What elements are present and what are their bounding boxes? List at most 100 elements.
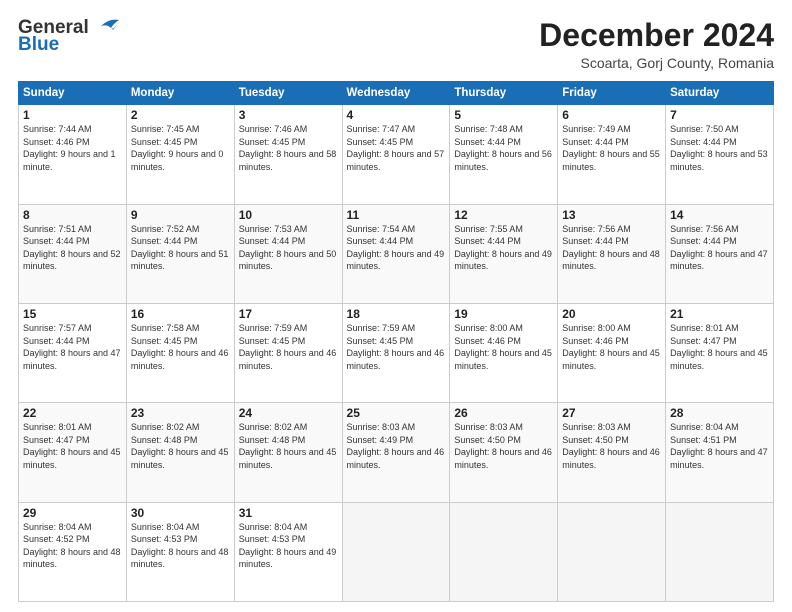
col-sunday: Sunday <box>19 82 127 105</box>
calendar-cell: 8 Sunrise: 7:51 AMSunset: 4:44 PMDayligh… <box>19 204 127 303</box>
calendar-cell <box>450 502 558 601</box>
calendar-week-row: 8 Sunrise: 7:51 AMSunset: 4:44 PMDayligh… <box>19 204 774 303</box>
day-number: 26 <box>454 406 553 420</box>
calendar-cell: 13 Sunrise: 7:56 AMSunset: 4:44 PMDaylig… <box>558 204 666 303</box>
day-info: Sunrise: 7:48 AMSunset: 4:44 PMDaylight:… <box>454 124 552 172</box>
col-monday: Monday <box>126 82 234 105</box>
page: General Blue December 2024 Scoarta, Gorj… <box>0 0 792 612</box>
calendar-cell: 9 Sunrise: 7:52 AMSunset: 4:44 PMDayligh… <box>126 204 234 303</box>
day-info: Sunrise: 7:52 AMSunset: 4:44 PMDaylight:… <box>131 224 229 272</box>
day-info: Sunrise: 8:01 AMSunset: 4:47 PMDaylight:… <box>23 422 121 470</box>
day-info: Sunrise: 7:55 AMSunset: 4:44 PMDaylight:… <box>454 224 552 272</box>
day-number: 24 <box>239 406 338 420</box>
day-info: Sunrise: 7:51 AMSunset: 4:44 PMDaylight:… <box>23 224 121 272</box>
calendar-week-row: 15 Sunrise: 7:57 AMSunset: 4:44 PMDaylig… <box>19 303 774 402</box>
day-info: Sunrise: 7:44 AMSunset: 4:46 PMDaylight:… <box>23 124 116 172</box>
col-wednesday: Wednesday <box>342 82 450 105</box>
day-number: 27 <box>562 406 661 420</box>
col-thursday: Thursday <box>450 82 558 105</box>
calendar-cell: 15 Sunrise: 7:57 AMSunset: 4:44 PMDaylig… <box>19 303 127 402</box>
calendar-cell: 17 Sunrise: 7:59 AMSunset: 4:45 PMDaylig… <box>234 303 342 402</box>
col-tuesday: Tuesday <box>234 82 342 105</box>
calendar-cell: 6 Sunrise: 7:49 AMSunset: 4:44 PMDayligh… <box>558 105 666 204</box>
day-number: 31 <box>239 506 338 520</box>
day-info: Sunrise: 8:04 AMSunset: 4:51 PMDaylight:… <box>670 422 768 470</box>
day-info: Sunrise: 7:54 AMSunset: 4:44 PMDaylight:… <box>347 224 445 272</box>
day-number: 14 <box>670 208 769 222</box>
day-number: 8 <box>23 208 122 222</box>
day-info: Sunrise: 8:01 AMSunset: 4:47 PMDaylight:… <box>670 323 768 371</box>
calendar-cell: 1 Sunrise: 7:44 AMSunset: 4:46 PMDayligh… <box>19 105 127 204</box>
day-number: 13 <box>562 208 661 222</box>
col-friday: Friday <box>558 82 666 105</box>
calendar-cell: 28 Sunrise: 8:04 AMSunset: 4:51 PMDaylig… <box>666 403 774 502</box>
day-number: 29 <box>23 506 122 520</box>
day-info: Sunrise: 7:45 AMSunset: 4:45 PMDaylight:… <box>131 124 224 172</box>
day-info: Sunrise: 8:02 AMSunset: 4:48 PMDaylight:… <box>239 422 337 470</box>
day-number: 22 <box>23 406 122 420</box>
calendar-cell: 25 Sunrise: 8:03 AMSunset: 4:49 PMDaylig… <box>342 403 450 502</box>
day-number: 4 <box>347 108 446 122</box>
logo: General Blue <box>18 18 123 55</box>
calendar-week-row: 1 Sunrise: 7:44 AMSunset: 4:46 PMDayligh… <box>19 105 774 204</box>
calendar-cell: 11 Sunrise: 7:54 AMSunset: 4:44 PMDaylig… <box>342 204 450 303</box>
calendar-cell: 18 Sunrise: 7:59 AMSunset: 4:45 PMDaylig… <box>342 303 450 402</box>
calendar-cell: 12 Sunrise: 7:55 AMSunset: 4:44 PMDaylig… <box>450 204 558 303</box>
day-number: 10 <box>239 208 338 222</box>
calendar-cell: 5 Sunrise: 7:48 AMSunset: 4:44 PMDayligh… <box>450 105 558 204</box>
day-number: 7 <box>670 108 769 122</box>
day-info: Sunrise: 8:02 AMSunset: 4:48 PMDaylight:… <box>131 422 229 470</box>
calendar-cell: 16 Sunrise: 7:58 AMSunset: 4:45 PMDaylig… <box>126 303 234 402</box>
calendar-cell: 30 Sunrise: 8:04 AMSunset: 4:53 PMDaylig… <box>126 502 234 601</box>
calendar-cell: 31 Sunrise: 8:04 AMSunset: 4:53 PMDaylig… <box>234 502 342 601</box>
calendar-cell: 24 Sunrise: 8:02 AMSunset: 4:48 PMDaylig… <box>234 403 342 502</box>
day-info: Sunrise: 8:03 AMSunset: 4:50 PMDaylight:… <box>454 422 552 470</box>
calendar-cell: 2 Sunrise: 7:45 AMSunset: 4:45 PMDayligh… <box>126 105 234 204</box>
day-info: Sunrise: 7:57 AMSunset: 4:44 PMDaylight:… <box>23 323 121 371</box>
day-info: Sunrise: 7:50 AMSunset: 4:44 PMDaylight:… <box>670 124 768 172</box>
day-info: Sunrise: 7:49 AMSunset: 4:44 PMDaylight:… <box>562 124 660 172</box>
calendar-cell: 4 Sunrise: 7:47 AMSunset: 4:45 PMDayligh… <box>342 105 450 204</box>
day-number: 3 <box>239 108 338 122</box>
calendar-cell: 22 Sunrise: 8:01 AMSunset: 4:47 PMDaylig… <box>19 403 127 502</box>
calendar-cell: 20 Sunrise: 8:00 AMSunset: 4:46 PMDaylig… <box>558 303 666 402</box>
day-number: 17 <box>239 307 338 321</box>
calendar-cell: 14 Sunrise: 7:56 AMSunset: 4:44 PMDaylig… <box>666 204 774 303</box>
main-title: December 2024 <box>539 18 774 53</box>
day-number: 9 <box>131 208 230 222</box>
day-number: 19 <box>454 307 553 321</box>
header: General Blue December 2024 Scoarta, Gorj… <box>18 18 774 71</box>
calendar-week-row: 29 Sunrise: 8:04 AMSunset: 4:52 PMDaylig… <box>19 502 774 601</box>
day-info: Sunrise: 8:03 AMSunset: 4:49 PMDaylight:… <box>347 422 445 470</box>
day-info: Sunrise: 7:56 AMSunset: 4:44 PMDaylight:… <box>562 224 660 272</box>
day-number: 20 <box>562 307 661 321</box>
calendar-cell: 21 Sunrise: 8:01 AMSunset: 4:47 PMDaylig… <box>666 303 774 402</box>
calendar-header-row: Sunday Monday Tuesday Wednesday Thursday… <box>19 82 774 105</box>
subtitle: Scoarta, Gorj County, Romania <box>539 55 774 71</box>
calendar-cell: 3 Sunrise: 7:46 AMSunset: 4:45 PMDayligh… <box>234 105 342 204</box>
day-info: Sunrise: 7:59 AMSunset: 4:45 PMDaylight:… <box>239 323 337 371</box>
logo-blue-text: Blue <box>18 35 123 55</box>
day-number: 16 <box>131 307 230 321</box>
calendar-cell <box>558 502 666 601</box>
day-number: 2 <box>131 108 230 122</box>
calendar-cell: 26 Sunrise: 8:03 AMSunset: 4:50 PMDaylig… <box>450 403 558 502</box>
day-number: 25 <box>347 406 446 420</box>
title-block: December 2024 Scoarta, Gorj County, Roma… <box>539 18 774 71</box>
col-saturday: Saturday <box>666 82 774 105</box>
calendar-cell <box>666 502 774 601</box>
day-info: Sunrise: 8:04 AMSunset: 4:53 PMDaylight:… <box>239 522 337 570</box>
day-number: 28 <box>670 406 769 420</box>
day-number: 18 <box>347 307 446 321</box>
day-info: Sunrise: 7:53 AMSunset: 4:44 PMDaylight:… <box>239 224 337 272</box>
day-info: Sunrise: 7:56 AMSunset: 4:44 PMDaylight:… <box>670 224 768 272</box>
calendar-cell <box>342 502 450 601</box>
calendar-cell: 19 Sunrise: 8:00 AMSunset: 4:46 PMDaylig… <box>450 303 558 402</box>
day-info: Sunrise: 8:00 AMSunset: 4:46 PMDaylight:… <box>562 323 660 371</box>
day-number: 11 <box>347 208 446 222</box>
day-info: Sunrise: 8:04 AMSunset: 4:52 PMDaylight:… <box>23 522 121 570</box>
day-info: Sunrise: 7:58 AMSunset: 4:45 PMDaylight:… <box>131 323 229 371</box>
day-number: 23 <box>131 406 230 420</box>
day-number: 30 <box>131 506 230 520</box>
day-number: 1 <box>23 108 122 122</box>
